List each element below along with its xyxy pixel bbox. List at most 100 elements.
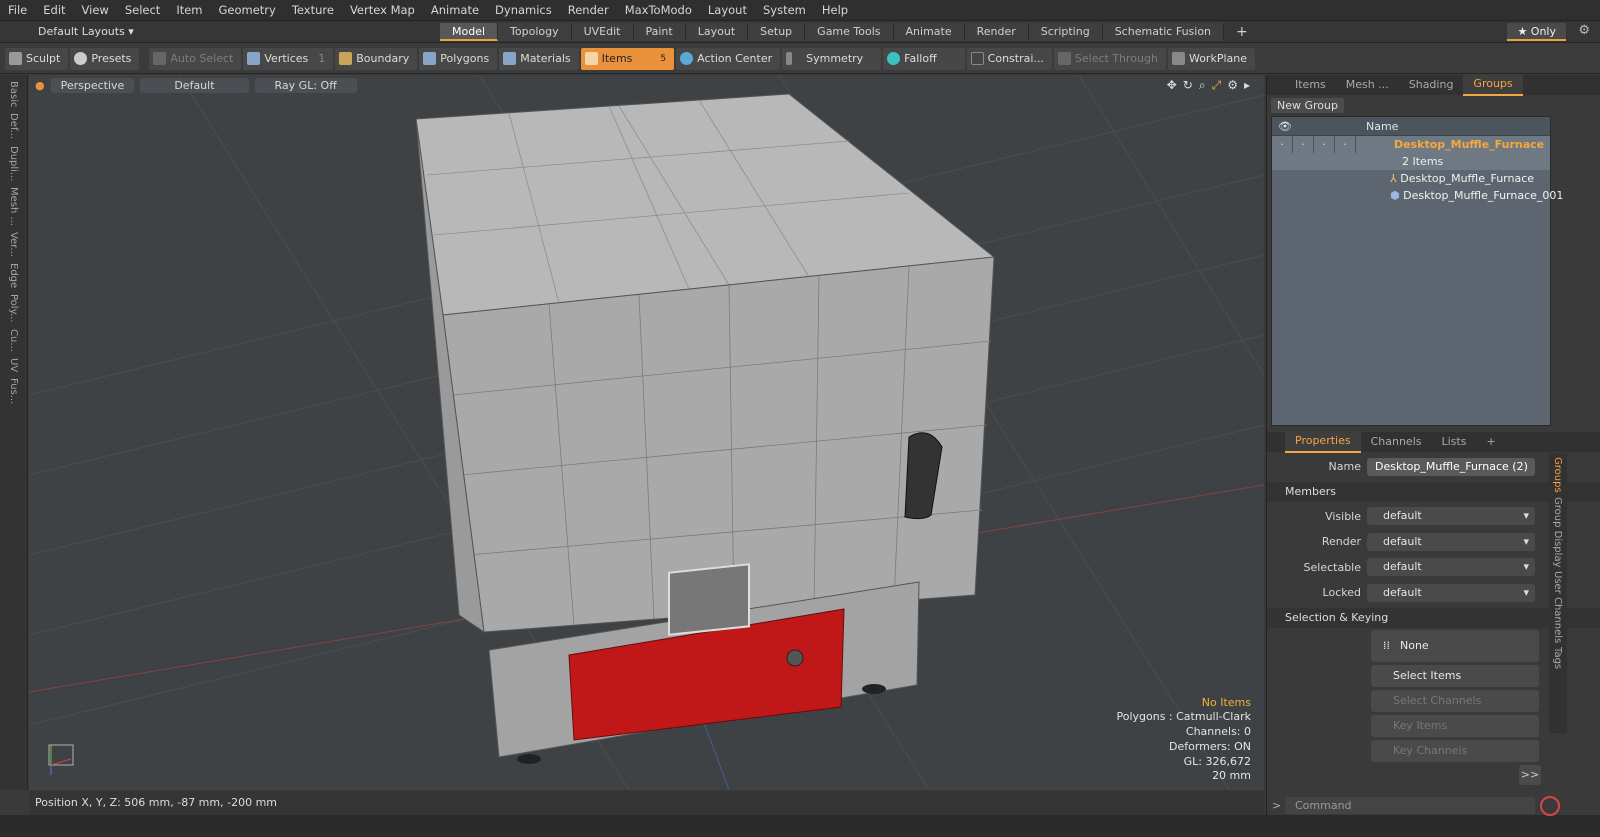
- tab-uvedit[interactable]: UVEdit: [571, 22, 634, 41]
- menu-select[interactable]: Select: [117, 3, 168, 17]
- items-button[interactable]: Items 5: [580, 47, 675, 70]
- zoom-icon[interactable]: ⌕: [1199, 78, 1206, 93]
- render-dropdown[interactable]: default: [1367, 532, 1535, 551]
- record-macro-icon[interactable]: [1540, 796, 1560, 816]
- left-tab-basic[interactable]: Basic: [8, 81, 19, 107]
- falloff-button[interactable]: Falloff: [883, 47, 965, 70]
- left-tab-fusion[interactable]: Fus...: [8, 378, 19, 404]
- tab-items[interactable]: Items: [1285, 75, 1336, 95]
- viewport-3d[interactable]: ● Perspective Default Ray GL: Off ✥ ↻ ⌕ …: [29, 75, 1264, 790]
- side-tab-group-display[interactable]: Group Display: [1552, 497, 1563, 567]
- menu-animate[interactable]: Animate: [423, 3, 487, 17]
- menu-vertex-map[interactable]: Vertex Map: [342, 3, 423, 17]
- menu-edit[interactable]: Edit: [35, 3, 73, 17]
- select-toggle[interactable]: ·: [1314, 136, 1335, 153]
- viewport-expand-icon[interactable]: ▸: [1244, 78, 1250, 93]
- more-button[interactable]: >>: [1519, 764, 1541, 785]
- constraints-button[interactable]: Constrai...: [966, 47, 1052, 70]
- boundary-button[interactable]: Boundary: [335, 47, 418, 70]
- tab-schematic-fusion[interactable]: Schematic Fusion: [1102, 22, 1225, 41]
- action-center-button[interactable]: Action Center: [676, 47, 781, 70]
- tab-scripting[interactable]: Scripting: [1028, 22, 1103, 41]
- none-button[interactable]: ⁞⁞ None: [1371, 629, 1539, 662]
- left-tab-deform[interactable]: Def...: [8, 113, 19, 139]
- auto-select-button[interactable]: Auto Select: [149, 47, 242, 70]
- symmetry-button[interactable]: Symmetry: [782, 47, 882, 70]
- select-through-button[interactable]: Select Through: [1053, 47, 1166, 70]
- viewport-settings-icon[interactable]: ⚙: [1227, 78, 1238, 93]
- name-field[interactable]: Desktop_Muffle_Furnace (2): [1367, 457, 1535, 476]
- presets-button[interactable]: Presets: [70, 47, 140, 70]
- gear-icon[interactable]: ⚙: [1578, 23, 1590, 38]
- tab-layout[interactable]: Layout: [685, 22, 749, 41]
- lock-toggle[interactable]: ·: [1335, 136, 1356, 153]
- menu-view[interactable]: View: [74, 3, 117, 17]
- menu-geometry[interactable]: Geometry: [211, 3, 284, 17]
- left-tab-edge[interactable]: Edge: [8, 263, 19, 288]
- group-child-row[interactable]: ⬢ Desktop_Muffle_Furnace_001: [1272, 187, 1563, 204]
- tab-add[interactable]: +: [1476, 432, 1505, 452]
- side-tab-user-channels[interactable]: User Channels: [1552, 571, 1563, 643]
- select-channels-button[interactable]: Select Channels: [1371, 689, 1539, 712]
- menu-item[interactable]: Item: [168, 3, 210, 17]
- left-tab-uv[interactable]: UV: [8, 358, 19, 372]
- side-tab-groups[interactable]: Groups: [1552, 457, 1563, 493]
- tab-groups[interactable]: Groups: [1463, 74, 1523, 96]
- visible-dropdown[interactable]: default: [1367, 507, 1535, 526]
- tab-animate[interactable]: Animate: [893, 22, 965, 41]
- visibility-toggle[interactable]: ·: [1272, 136, 1293, 153]
- menu-help[interactable]: Help: [814, 3, 856, 17]
- tab-render[interactable]: Render: [964, 22, 1029, 41]
- polygons-button[interactable]: Polygons: [419, 47, 498, 70]
- side-tab-tags[interactable]: Tags: [1552, 647, 1563, 669]
- tab-properties[interactable]: Properties: [1285, 431, 1361, 453]
- workplane-button[interactable]: WorkPlane: [1167, 47, 1255, 70]
- new-group-button[interactable]: New Group: [1271, 98, 1344, 113]
- layout-selector[interactable]: Default Layouts ▾: [0, 25, 440, 38]
- command-input[interactable]: Command: [1285, 797, 1535, 814]
- tab-game-tools[interactable]: Game Tools: [805, 22, 894, 41]
- tab-topology[interactable]: Topology: [498, 22, 572, 41]
- tab-channels[interactable]: Channels: [1361, 432, 1432, 452]
- tab-mesh[interactable]: Mesh ...: [1336, 75, 1399, 95]
- render-toggle[interactable]: ·: [1293, 136, 1314, 153]
- group-row[interactable]: · · · · Desktop_Muffle_Furnace: [1272, 136, 1550, 153]
- left-tab-polygon[interactable]: Poly...: [8, 294, 19, 323]
- tab-paint[interactable]: Paint: [633, 22, 686, 41]
- selectable-dropdown[interactable]: default: [1367, 558, 1535, 577]
- locked-dropdown[interactable]: default: [1367, 583, 1535, 602]
- fit-icon[interactable]: ⤢: [1212, 78, 1222, 93]
- materials-button[interactable]: Materials: [499, 47, 579, 70]
- sculpt-button[interactable]: Sculpt: [5, 47, 69, 70]
- child-item-label: Desktop_Muffle_Furnace_001: [1403, 189, 1564, 202]
- groups-tree[interactable]: 👁 Name · · · · Desktop_Muffle_Furnace 2 Ite…: [1271, 116, 1563, 426]
- key-channels-button[interactable]: Key Channels: [1371, 739, 1539, 762]
- view-type-selector[interactable]: Perspective: [50, 77, 135, 93]
- menu-render[interactable]: Render: [560, 3, 617, 17]
- menu-file[interactable]: File: [0, 3, 35, 17]
- left-tab-mesh[interactable]: Mesh ...: [8, 187, 19, 226]
- select-items-button[interactable]: Select Items: [1371, 664, 1539, 687]
- menu-dynamics[interactable]: Dynamics: [487, 3, 560, 17]
- vertices-button[interactable]: Vertices 1: [243, 47, 334, 70]
- viewport-dot-icon[interactable]: ●: [35, 79, 45, 92]
- left-tab-vertex[interactable]: Ver...: [8, 232, 19, 257]
- group-child-row[interactable]: ⅄ Desktop_Muffle_Furnace: [1272, 170, 1550, 187]
- tab-model[interactable]: Model: [440, 22, 499, 41]
- only-toggle[interactable]: ★ Only: [1507, 23, 1566, 41]
- tab-setup[interactable]: Setup: [748, 22, 806, 41]
- menu-texture[interactable]: Texture: [284, 3, 342, 17]
- left-tab-curve[interactable]: Cu...: [8, 329, 19, 352]
- tab-lists[interactable]: Lists: [1432, 432, 1477, 452]
- rotate-icon[interactable]: ↻: [1183, 78, 1193, 93]
- add-tab-plus-icon[interactable]: +: [1224, 23, 1260, 41]
- pan-icon[interactable]: ✥: [1167, 78, 1177, 93]
- raygl-toggle[interactable]: Ray GL: Off: [254, 77, 357, 93]
- tab-shading[interactable]: Shading: [1399, 75, 1464, 95]
- menu-layout[interactable]: Layout: [700, 3, 755, 17]
- menu-maxtomodo[interactable]: MaxToModo: [617, 3, 700, 17]
- left-tab-duplicate[interactable]: Dupli...: [8, 146, 19, 181]
- key-items-button[interactable]: Key Items: [1371, 714, 1539, 737]
- shading-selector[interactable]: Default: [140, 77, 249, 93]
- menu-system[interactable]: System: [755, 3, 814, 17]
